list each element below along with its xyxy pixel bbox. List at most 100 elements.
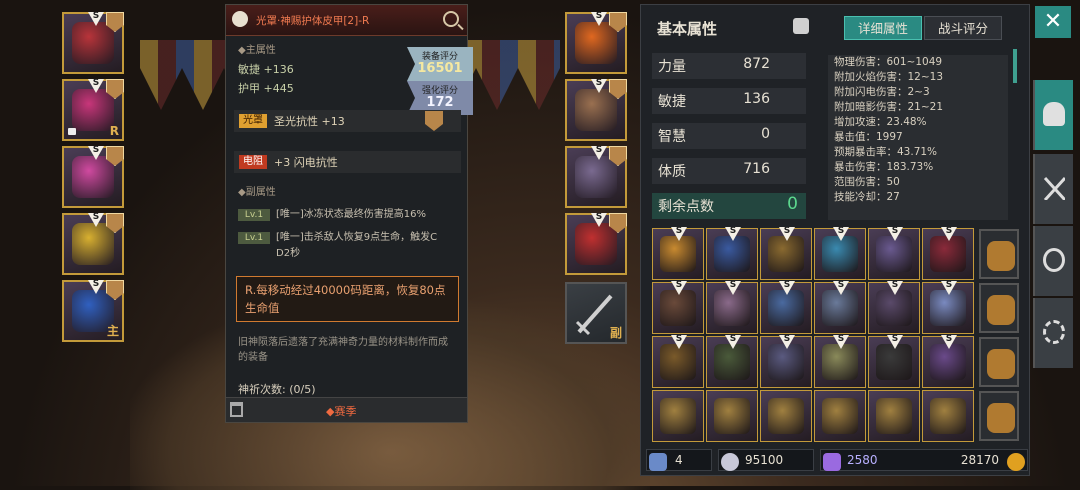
attributes-panel: 基本属性 详细属性 战斗评分 力量 872 敏捷 136 智慧 0 体质 716 剩余点数 0… <box>640 4 1030 476</box>
inventory-slot[interactable] <box>760 390 812 442</box>
inventory-slot[interactable]: S <box>706 281 758 334</box>
inventory-slot[interactable]: S <box>652 227 704 280</box>
inventory-slot[interactable]: S <box>868 227 920 280</box>
inventory-slot[interactable]: S <box>922 281 974 334</box>
amulet-icon <box>575 22 617 64</box>
inventory-slot[interactable]: S <box>706 227 758 280</box>
tab-equipment[interactable] <box>1033 80 1073 150</box>
inventory-slot[interactable] <box>922 390 974 442</box>
inventory-slot[interactable] <box>814 390 866 442</box>
left-slot-robe[interactable]: S <box>62 146 124 208</box>
equip-score-value: 16501 <box>417 61 463 76</box>
right-slot-ring[interactable]: S <box>565 213 627 275</box>
attr-name: 智慧 <box>658 129 686 145</box>
main-attr-heading: ◆主属性 <box>238 45 276 56</box>
dice-icon[interactable] <box>793 18 809 34</box>
inventory-slot[interactable]: S <box>922 335 974 388</box>
holy-resist-row: 光罩 圣光抗性 +13 <box>234 110 461 132</box>
detail-stat: 附加闪电伤害：2~3 <box>834 86 930 98</box>
holy-pill: 光罩 <box>239 114 267 128</box>
robe-icon <box>72 156 114 198</box>
backpack-icon <box>987 241 1015 271</box>
bag-slot[interactable] <box>979 391 1019 441</box>
tooltip-footer: ◆赛季 <box>226 397 467 422</box>
sub-attr-1-text: [唯一]冰冻状态最终伤害提高16% <box>276 209 427 220</box>
sub-attr-heading: ◆副属性 <box>238 187 276 198</box>
item-icon <box>822 398 858 434</box>
currency-bar: 4 95100 2580 28170 <box>644 447 1028 473</box>
attr-row: 敏捷 136 <box>652 88 806 114</box>
inventory-slot[interactable]: S <box>652 335 704 388</box>
item-icon <box>876 344 912 380</box>
item-icon <box>876 236 912 272</box>
detail-scrollbar[interactable] <box>1013 49 1017 83</box>
right-slot-gloves[interactable]: S <box>565 79 627 141</box>
special-effect-box: R.每移动经过40000码距离，恢复80点生命值 <box>236 276 459 322</box>
backpack-icon <box>987 295 1015 325</box>
silver-icon <box>721 453 739 471</box>
hammer-currency: 4 <box>646 449 712 471</box>
level-tag: Lv.1 <box>238 232 270 244</box>
inventory-slot[interactable] <box>652 390 704 442</box>
tab-battle-score[interactable]: 战斗评分 <box>924 16 1002 40</box>
inventory-slot[interactable] <box>868 390 920 442</box>
tab-settings[interactable] <box>1033 298 1073 368</box>
ring-icon <box>575 223 617 265</box>
inventory-slot[interactable]: S <box>868 281 920 334</box>
item-icon <box>768 344 804 380</box>
axe-icon <box>72 223 114 265</box>
right-slot-amulet[interactable]: S <box>565 12 627 74</box>
right-slot-boots[interactable]: S <box>565 146 627 208</box>
bag-slot[interactable] <box>979 337 1019 387</box>
close-button[interactable]: ✕ <box>1035 6 1071 38</box>
gold-coin-icon <box>1007 453 1025 471</box>
left-slot-armor[interactable]: SR <box>62 79 124 141</box>
inventory-slot[interactable]: S <box>706 335 758 388</box>
silver-currency: 95100 <box>718 449 814 471</box>
tab-detail-attributes[interactable]: 详细属性 <box>844 16 922 40</box>
item-icon <box>822 290 858 326</box>
inventory-slot[interactable]: S <box>922 227 974 280</box>
bag-slot[interactable] <box>979 229 1019 279</box>
left-slot-axe[interactable]: S <box>62 213 124 275</box>
inventory-slot[interactable]: S <box>760 227 812 280</box>
inventory-slot[interactable]: S <box>814 281 866 334</box>
special-effect-text: R.每移动经过40000码距离，恢复80点生命值 <box>245 283 446 315</box>
left-slot-mace[interactable]: S主 <box>62 280 124 342</box>
tab-weapons[interactable] <box>1033 154 1073 224</box>
flavor-text: 旧神陨落后遗落了充满神奇力量的材料制作而成的装备 <box>238 337 448 363</box>
inventory-slot[interactable]: S <box>868 335 920 388</box>
inventory-slot[interactable]: S <box>814 227 866 280</box>
left-slot-helmet[interactable]: S <box>62 12 124 74</box>
stat-agility: 敏捷 +136 <box>238 63 294 76</box>
holy-resist-text: 圣光抗性 +13 <box>274 115 345 128</box>
detail-stats-list[interactable]: 物理伤害：601~1049 附加火焰伤害：12~13 附加闪电伤害：2~3 附加暗影伤… <box>828 55 1008 220</box>
hammer-count: 4 <box>675 453 683 467</box>
offhand-slot[interactable]: 副 <box>565 282 627 344</box>
inventory-slot[interactable]: S <box>652 281 704 334</box>
attr-value: 716 <box>743 161 770 177</box>
inventory-slot[interactable]: S <box>814 335 866 388</box>
tab-crest[interactable] <box>1033 226 1073 296</box>
helmet-icon <box>1043 102 1065 126</box>
item-icon <box>714 398 750 434</box>
lightning-resist-row: 电阻 +3 闪电抗性 <box>234 151 461 173</box>
search-icon[interactable] <box>443 11 459 27</box>
bag-slot[interactable] <box>979 283 1019 333</box>
lock-icon[interactable] <box>230 402 243 417</box>
item-icon <box>930 290 966 326</box>
silver-count: 95100 <box>745 453 784 467</box>
crystal-icon <box>823 453 841 471</box>
lightning-pill: 电阻 <box>239 155 267 169</box>
inventory-slot[interactable] <box>706 390 758 442</box>
hammer-icon <box>649 453 667 471</box>
lock-icon <box>68 128 76 135</box>
enhance-score-value: 172 <box>426 95 454 110</box>
detail-stat: 附加暗影伤害：21~21 <box>834 101 944 113</box>
crossed-swords-icon <box>1043 176 1065 200</box>
inventory-slot[interactable]: S <box>760 335 812 388</box>
boots-icon <box>575 156 617 198</box>
backpack-icon <box>987 349 1015 379</box>
item-icon <box>768 290 804 326</box>
inventory-slot[interactable]: S <box>760 281 812 334</box>
